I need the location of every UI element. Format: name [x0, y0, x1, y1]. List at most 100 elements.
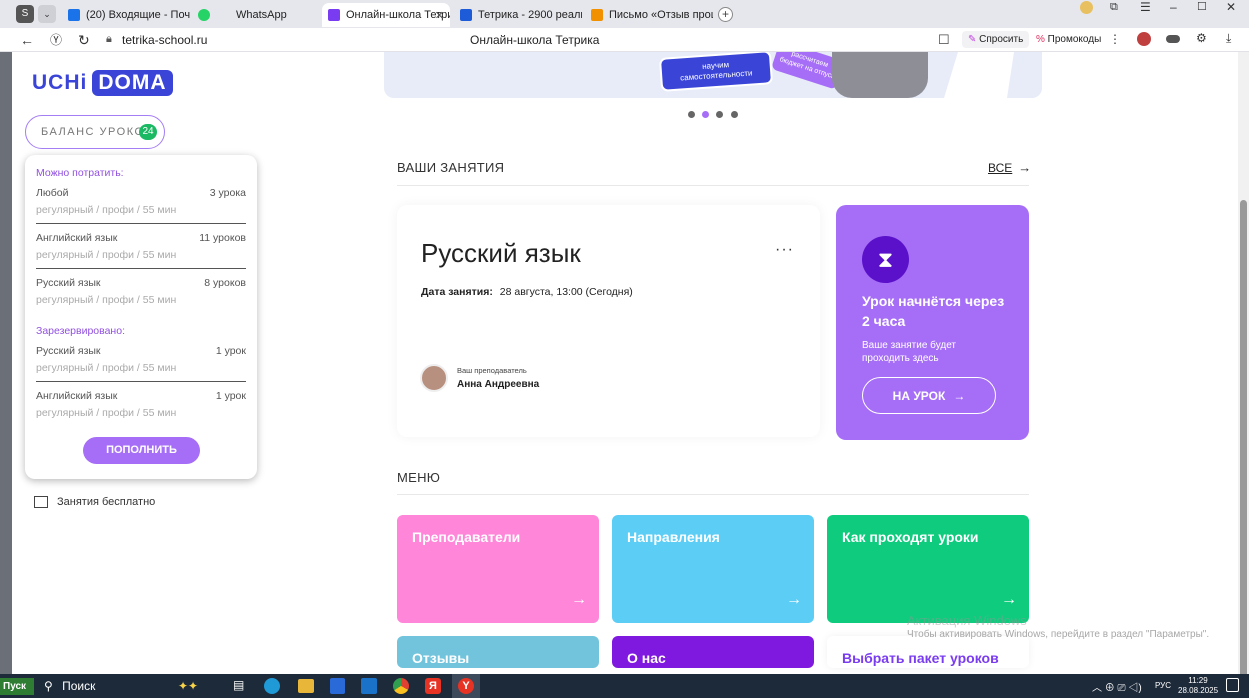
workspace-button[interactable]: S — [16, 5, 34, 23]
menu-tile-reviews[interactable]: Отзывы — [397, 636, 599, 668]
carousel-dot[interactable] — [716, 111, 723, 118]
divider — [36, 268, 246, 269]
tray-icons[interactable]: ︿ ⊕ ⎚ ◁) — [1092, 679, 1142, 694]
lessons-section-title: ВАШИ ЗАНЯТИЯ — [397, 160, 505, 175]
upcoming-lesson-card: ⧗ Урок начнётся через 2 часа Ваше заняти… — [836, 205, 1029, 440]
carousel-dot[interactable] — [688, 111, 695, 118]
carousel-dot[interactable] — [731, 111, 738, 118]
reserved-item: Английский язык 1 урок регулярный / проф… — [36, 390, 246, 419]
maximize-button[interactable]: ☐ — [1197, 0, 1207, 13]
menu-tile-about[interactable]: О нас — [612, 636, 814, 668]
promo-banner[interactable]: научим самостоятельности рассчитаем бюдж… — [384, 52, 1042, 98]
yandex-icon[interactable]: Я — [425, 678, 441, 694]
search-icon: ⚲ — [44, 679, 57, 693]
ask-icon: ✎ — [968, 34, 980, 45]
page-title: Онлайн-школа Тетрика — [470, 33, 600, 47]
teacher-caption: Ваш преподаватель — [457, 366, 527, 375]
topup-button[interactable]: ПОПОЛНИТЬ — [83, 437, 200, 464]
join-lesson-button[interactable]: НА УРОК → — [862, 377, 996, 414]
menu-icon[interactable]: ☰ — [1140, 0, 1151, 14]
menu-tile-teachers[interactable]: Преподаватели → — [397, 515, 599, 623]
divider — [36, 223, 246, 224]
whatsapp-icon — [198, 9, 210, 21]
edge-icon[interactable] — [264, 678, 280, 694]
free-lessons-link[interactable]: Занятия бесплатно — [34, 496, 155, 508]
mail-icon — [68, 9, 80, 21]
clock[interactable]: 11:29 28.08.2025 — [1178, 676, 1218, 696]
address-bar: ← Ⓨ ↻ 🔒︎ tetrika-school.ru Онлайн-школа … — [0, 28, 1249, 52]
desktop-edge — [0, 52, 12, 674]
carousel-dot-active[interactable] — [702, 111, 709, 118]
downloads-icon[interactable]: ⤓ — [1226, 31, 1231, 46]
scrollbar-thumb[interactable] — [1240, 200, 1247, 698]
close-window-button[interactable]: ✕ — [1226, 0, 1236, 14]
hat-icon[interactable] — [1166, 35, 1180, 43]
outlook-icon[interactable] — [361, 678, 377, 694]
menu-tile-choose-package[interactable]: Выбрать пакет уроков — [827, 636, 1029, 668]
envelope-icon — [591, 9, 603, 21]
tab-letter[interactable]: Письмо «Отзыв прошел в — [585, 3, 713, 27]
tab-tetrika-reviews[interactable]: Тетрика - 2900 реальных — [454, 3, 582, 27]
more-options-icon[interactable]: ··· — [775, 241, 794, 259]
menu-title: МЕНЮ — [397, 470, 441, 485]
lesson-date: Дата занятия: 28 августа, 13:00 (Сегодня… — [421, 286, 633, 298]
tabs-menu-button[interactable]: ⌄ — [38, 5, 56, 23]
tetrika-blue-icon — [460, 9, 472, 21]
lesson-card[interactable]: Русский язык ··· Дата занятия: 28 август… — [397, 205, 820, 437]
badge-independence: научим самостоятельности — [658, 52, 774, 92]
tab-tetrika-school[interactable]: Онлайн-школа Тетрик ✕ — [322, 3, 450, 27]
extension-icon[interactable] — [1137, 32, 1151, 46]
banner-decoration — [944, 52, 1014, 98]
language-indicator[interactable]: РУС — [1155, 681, 1171, 690]
tetrika-icon — [328, 9, 340, 21]
collections-icon[interactable]: ⧉ — [1110, 1, 1118, 14]
browser-tab-bar: S ⌄ (20) Входящие - Почта M WhatsApp Онл… — [0, 0, 1249, 28]
chrome-icon[interactable] — [393, 678, 409, 694]
task-view-icon[interactable]: ▤ — [233, 678, 244, 692]
balance-item: Русский язык 8 уроков регулярный / профи… — [36, 277, 246, 306]
minimize-button[interactable]: – — [1170, 0, 1177, 14]
notifications-icon[interactable] — [1226, 678, 1239, 692]
reserved-item: Русский язык 1 урок регулярный / профи /… — [36, 345, 246, 374]
store-icon[interactable] — [330, 678, 345, 694]
arrow-right-icon: → — [786, 591, 802, 608]
explorer-icon[interactable] — [298, 679, 314, 693]
bookmark-icon[interactable]: ☐ — [938, 32, 950, 48]
arrow-right-icon: → — [953, 388, 966, 403]
ask-button[interactable]: ✎ Спросить — [962, 31, 1030, 48]
can-spend-title: Можно потратить: — [36, 167, 124, 179]
divider — [36, 381, 246, 382]
start-button[interactable]: Пуск — [0, 678, 34, 695]
activation-watermark-text: Чтобы активировать Windows, перейдите в … — [907, 629, 1210, 640]
back-icon[interactable]: ← — [20, 33, 34, 47]
profile-icon[interactable] — [1080, 1, 1093, 14]
close-tab-icon[interactable]: ✕ — [435, 9, 444, 22]
all-lessons-link[interactable]: ВСЕ → — [988, 160, 1031, 175]
yandex-browser-active[interactable]: Y — [452, 674, 480, 698]
new-tab-button[interactable]: + — [718, 7, 733, 22]
balance-button[interactable]: БАЛАНС УРОКОВ 24 — [25, 115, 165, 149]
logo[interactable]: UCHi DOMA — [32, 70, 173, 96]
reload-icon[interactable]: ↻ — [78, 33, 90, 47]
scrollbar[interactable] — [1238, 52, 1249, 698]
yandex-icon[interactable]: Ⓨ — [50, 33, 62, 47]
search-box[interactable]: ⚲ Поиск ✦✦ — [38, 676, 218, 696]
activation-watermark-title: Активация Windows — [907, 613, 1027, 628]
gift-icon — [34, 496, 48, 508]
tab-whatsapp[interactable]: WhatsApp — [192, 3, 320, 27]
menu-tile-how-lessons-work[interactable]: Как проходят уроки → — [827, 515, 1029, 623]
menu-tile-directions[interactable]: Направления → — [612, 515, 814, 623]
starts-title: Урок начнётся через 2 часа — [862, 293, 1005, 329]
yandex-browser-icon: Y — [458, 678, 474, 694]
divider — [397, 494, 1029, 495]
arrow-right-icon: → — [571, 591, 587, 608]
promo-button[interactable]: % Промокоды — [1030, 31, 1107, 48]
lock-icon: 🔒︎ — [106, 33, 112, 45]
hourglass-icon: ⧗ — [862, 236, 909, 283]
tab-mail[interactable]: (20) Входящие - Почта M — [62, 3, 190, 27]
extensions-icon[interactable]: ⚙ — [1196, 31, 1207, 45]
teacher-avatar — [420, 364, 448, 392]
url-field[interactable]: tetrika-school.ru — [122, 33, 207, 47]
taskbar: Пуск ⚲ Поиск ✦✦ ▤ Я Y ︿ ⊕ ⎚ ◁) РУС 11:29… — [0, 674, 1249, 698]
more-icon[interactable]: ⋮ — [1109, 32, 1121, 46]
